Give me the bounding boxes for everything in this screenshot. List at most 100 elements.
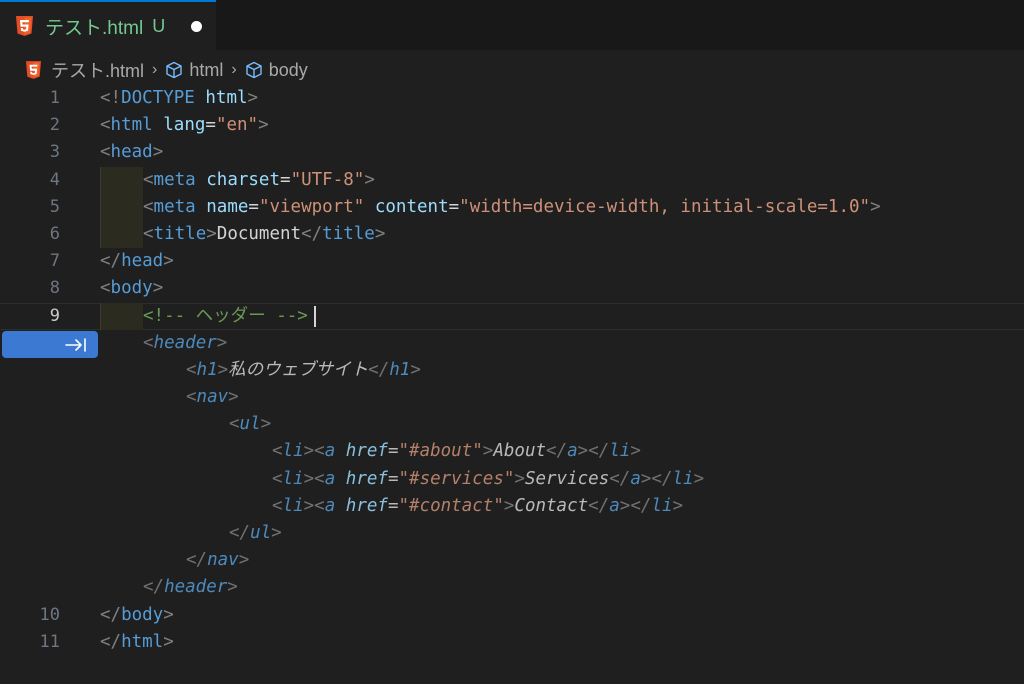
token-punct: </ — [609, 468, 631, 489]
line-code: <li><a href="#about">About</a></li> — [272, 438, 641, 465]
code-line[interactable]: 2 <html lang="en"> — [0, 112, 1024, 139]
token-punct: </ — [100, 631, 122, 652]
code-line[interactable]: 3 <head> — [0, 139, 1024, 166]
token-text: About — [493, 441, 547, 462]
ghost-suggestion-line[interactable]: <nav> — [0, 384, 1024, 411]
token-tag: head — [121, 251, 164, 272]
line-number: 2 — [49, 115, 60, 136]
token-punct: < — [100, 115, 111, 136]
token-text: = — [387, 495, 399, 516]
token-punct: </ — [186, 550, 208, 571]
line-code: <!-- ヘッダー --> — [143, 303, 308, 330]
line-number: 11 — [39, 631, 60, 652]
chevron-right-icon: › — [152, 61, 158, 78]
ghost-suggestion-line[interactable]: </ul> — [0, 520, 1024, 547]
token-punct: > — [163, 604, 174, 625]
token-punct: <! — [100, 88, 122, 108]
token-tag: body — [121, 604, 164, 625]
token-tag: DOCTYPE — [121, 88, 195, 108]
code-line[interactable]: 7 </head> — [0, 248, 1024, 275]
code-line[interactable]: 5 <meta name="viewport" content="width=de… — [0, 193, 1024, 221]
breadcrumb-item-html[interactable]: html — [189, 60, 223, 81]
token-tag: head — [110, 142, 153, 163]
token-tag: a — [567, 441, 578, 462]
ghost-suggestion-line[interactable]: <li><a href="#contact">Contact</a></li> — [0, 493, 1024, 520]
html5-icon — [16, 16, 33, 36]
token-attr: href — [345, 441, 388, 462]
token-text: = — [248, 196, 259, 217]
token-tag: title — [322, 223, 375, 244]
code-line[interactable]: 6 <title>Document</title> — [0, 220, 1024, 249]
line-code: </ul> — [229, 520, 282, 547]
line-number: 5 — [49, 196, 60, 217]
token-punct: > — [260, 414, 272, 435]
token-text: Document — [216, 223, 302, 244]
line-number: 6 — [49, 223, 60, 244]
token-tag: a — [324, 495, 336, 516]
token-tag: a — [630, 468, 641, 489]
code-line[interactable]: 4 <meta charset="UTF-8"> — [0, 166, 1024, 194]
token-punct: < — [229, 414, 240, 435]
cube-icon — [166, 61, 183, 79]
code-line[interactable]: 9 <!-- ヘッダー --> — [0, 302, 1024, 330]
token-text: Services — [524, 468, 610, 489]
token-tag: meta — [153, 196, 196, 217]
breadcrumb-item-body[interactable]: body — [269, 60, 308, 81]
code-line[interactable]: 8 <body> — [0, 275, 1024, 302]
token-tag: header — [164, 577, 228, 598]
ghost-suggestion-line[interactable]: <h1>私のウェブサイト</h1> — [0, 357, 1024, 384]
ghost-suggestion-line[interactable]: <ul> — [0, 411, 1024, 438]
token-str: "en" — [215, 115, 259, 136]
token-str: "#services" — [398, 468, 515, 489]
token-tag: html — [110, 115, 153, 136]
token-punct: </ — [143, 577, 165, 598]
token-str: "#about" — [398, 441, 483, 462]
indent-guide — [100, 220, 143, 249]
line-number: 1 — [49, 88, 60, 108]
indent-guide — [100, 302, 143, 330]
tab-title: テスト.html — [45, 17, 144, 39]
line-code: <h1>私のウェブサイト</h1> — [186, 357, 421, 384]
code-line[interactable]: 1 <!DOCTYPE html> — [0, 85, 1024, 112]
token-attr: html — [205, 88, 248, 108]
token-text: = — [448, 196, 460, 217]
token-punct: > — [217, 359, 229, 380]
token-punct: > — [514, 468, 525, 489]
accept-suggestion-button[interactable] — [2, 331, 98, 358]
ghost-suggestion-line[interactable]: </nav> — [0, 547, 1024, 574]
ghost-suggestion-line[interactable]: <li><a href="#services">Services</a></li… — [0, 466, 1024, 493]
token-punct: < — [143, 196, 154, 217]
ghost-suggestion-line[interactable]: </header> — [0, 574, 1024, 601]
code-line[interactable]: 10 </body> — [0, 602, 1024, 629]
token-tag: ul — [239, 414, 261, 435]
line-number: 10 — [39, 604, 60, 625]
code-line[interactable]: 11 </html> — [0, 629, 1024, 656]
token-tag: a — [609, 495, 620, 516]
token-punct: < — [143, 332, 154, 353]
breadcrumb: テスト.html › html › body — [26, 56, 308, 84]
breadcrumb-file[interactable]: テスト.html — [51, 57, 144, 83]
code-editor[interactable]: 1 <!DOCTYPE html> 2 <html lang="en"> 3 <head>… — [0, 85, 1024, 656]
token-punct: < — [186, 387, 197, 408]
token-punct: ></ — [640, 468, 673, 489]
token-text: Contact — [514, 495, 589, 516]
token-punct: < — [100, 142, 111, 163]
token-punct: > — [152, 142, 164, 163]
line-code: <li><a href="#services">Services</a></li… — [272, 466, 704, 493]
token-punct: > — [870, 196, 881, 217]
line-code: </body> — [100, 602, 174, 629]
editor-tab[interactable]: テスト.html U — [0, 0, 216, 50]
token-punct: > — [163, 631, 174, 652]
token-punct: > — [163, 251, 174, 272]
ghost-suggestion-line[interactable]: <li><a href="#about">About</a></li> — [0, 438, 1024, 465]
unsaved-dot-icon[interactable] — [191, 20, 203, 32]
token-tag: li — [609, 441, 631, 462]
text-cursor — [314, 305, 316, 327]
ghost-suggestion-line[interactable]: <header> — [0, 330, 1024, 357]
line-code: <ul> — [229, 411, 271, 438]
token-text: = — [387, 468, 399, 489]
